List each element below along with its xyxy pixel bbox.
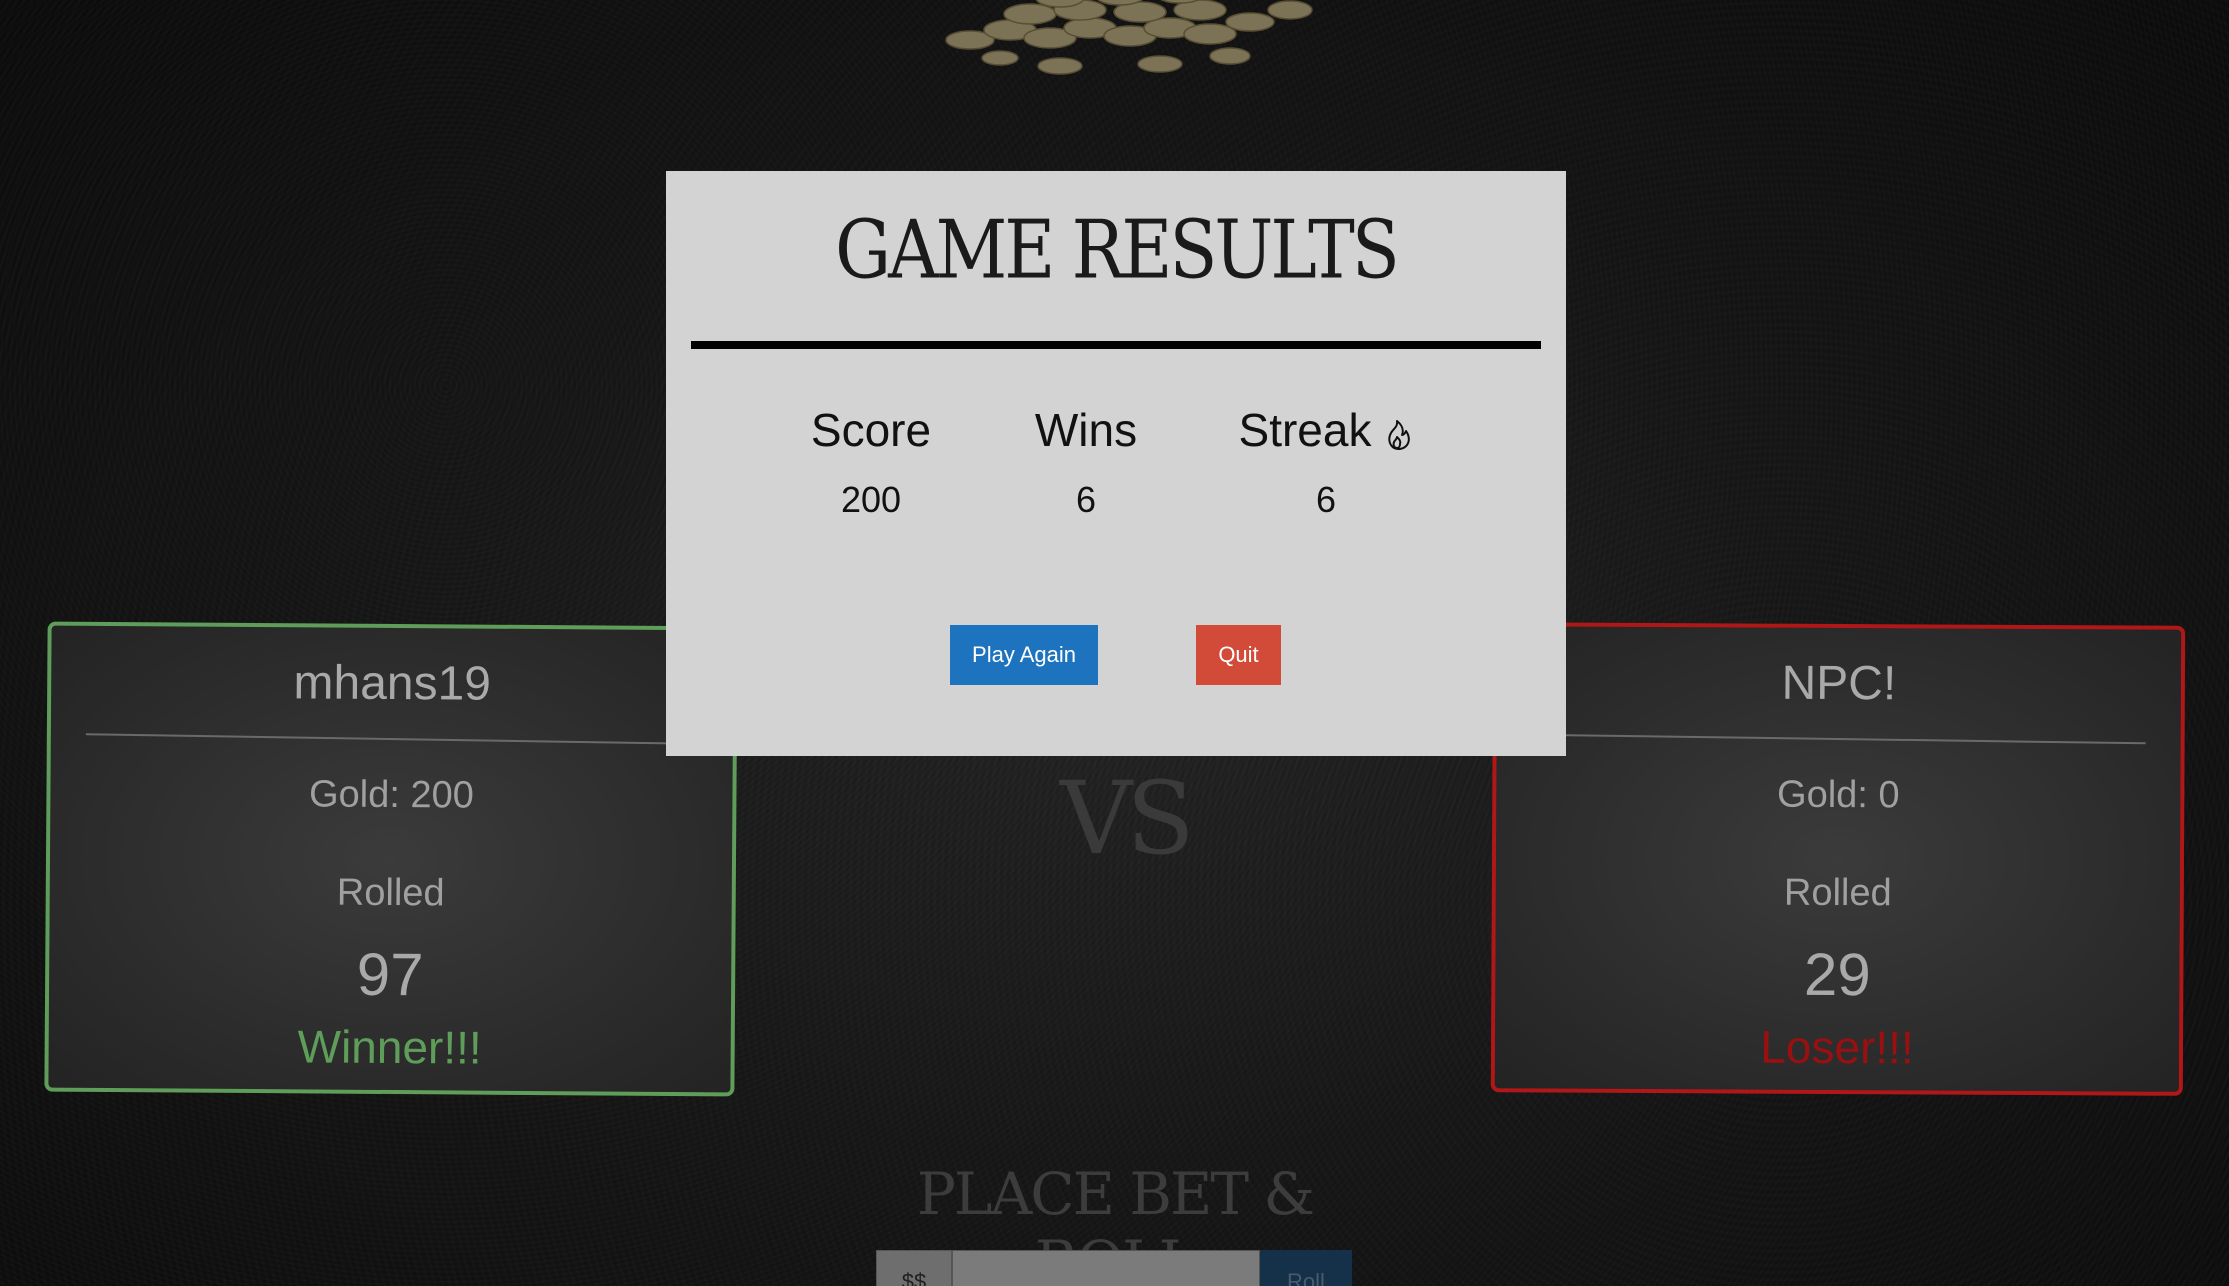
modal-title: GAME RESULTS [835,202,1400,298]
stat-wins-value: 6 [1075,479,1097,520]
stat-streak-value: 6 [1315,479,1337,520]
stat-score-value: 200 [840,479,902,520]
bet-input-group: $$ Roll [876,1250,1352,1286]
player-card: mhans19 Gold: 200 Rolled 97 Winner!!! [44,621,738,1097]
stat-wins: Wins 6 [1021,403,1151,521]
vs-label: VS [1060,760,1195,877]
player-name: mhans19 [293,656,492,711]
bet-amount-input[interactable] [952,1250,1260,1286]
npc-card: NPC! Gold: 0 Rolled 29 Loser!!! [1490,622,2186,1096]
play-again-button[interactable]: Play Again [950,625,1098,685]
player-gold: Gold: 200 [308,773,474,817]
npc-card-divider [1531,733,2146,745]
player-rolled-label: Rolled [336,871,445,915]
npc-name: NPC! [1781,656,1897,711]
stat-streak: Streak 6 [1211,403,1441,521]
npc-rolled-label: Rolled [1783,871,1892,915]
stat-wins-label: Wins [1034,404,1138,456]
flame-icon [1388,420,1411,450]
game-results-modal: GAME RESULTS Score 200 Wins 6 Streak 6 P… [666,171,1566,756]
stat-score-label: Score [810,404,932,456]
quit-button[interactable]: Quit [1196,625,1281,685]
stat-streak-label: Streak [1238,404,1372,456]
player-card-divider [85,733,698,745]
npc-gold: Gold: 0 [1776,773,1900,817]
stat-score: Score 200 [796,403,946,521]
modal-title-divider [691,341,1541,349]
roll-button[interactable]: Roll [1260,1250,1352,1286]
stat-streak-label-row: Streak [1211,403,1441,457]
npc-rolled-value: 29 [1803,940,1871,1009]
bet-currency-prefix: $$ [876,1250,952,1286]
player-result: Winner!!! [297,1020,482,1074]
player-rolled-value: 97 [356,940,424,1009]
npc-result: Loser!!! [1760,1020,1914,1074]
